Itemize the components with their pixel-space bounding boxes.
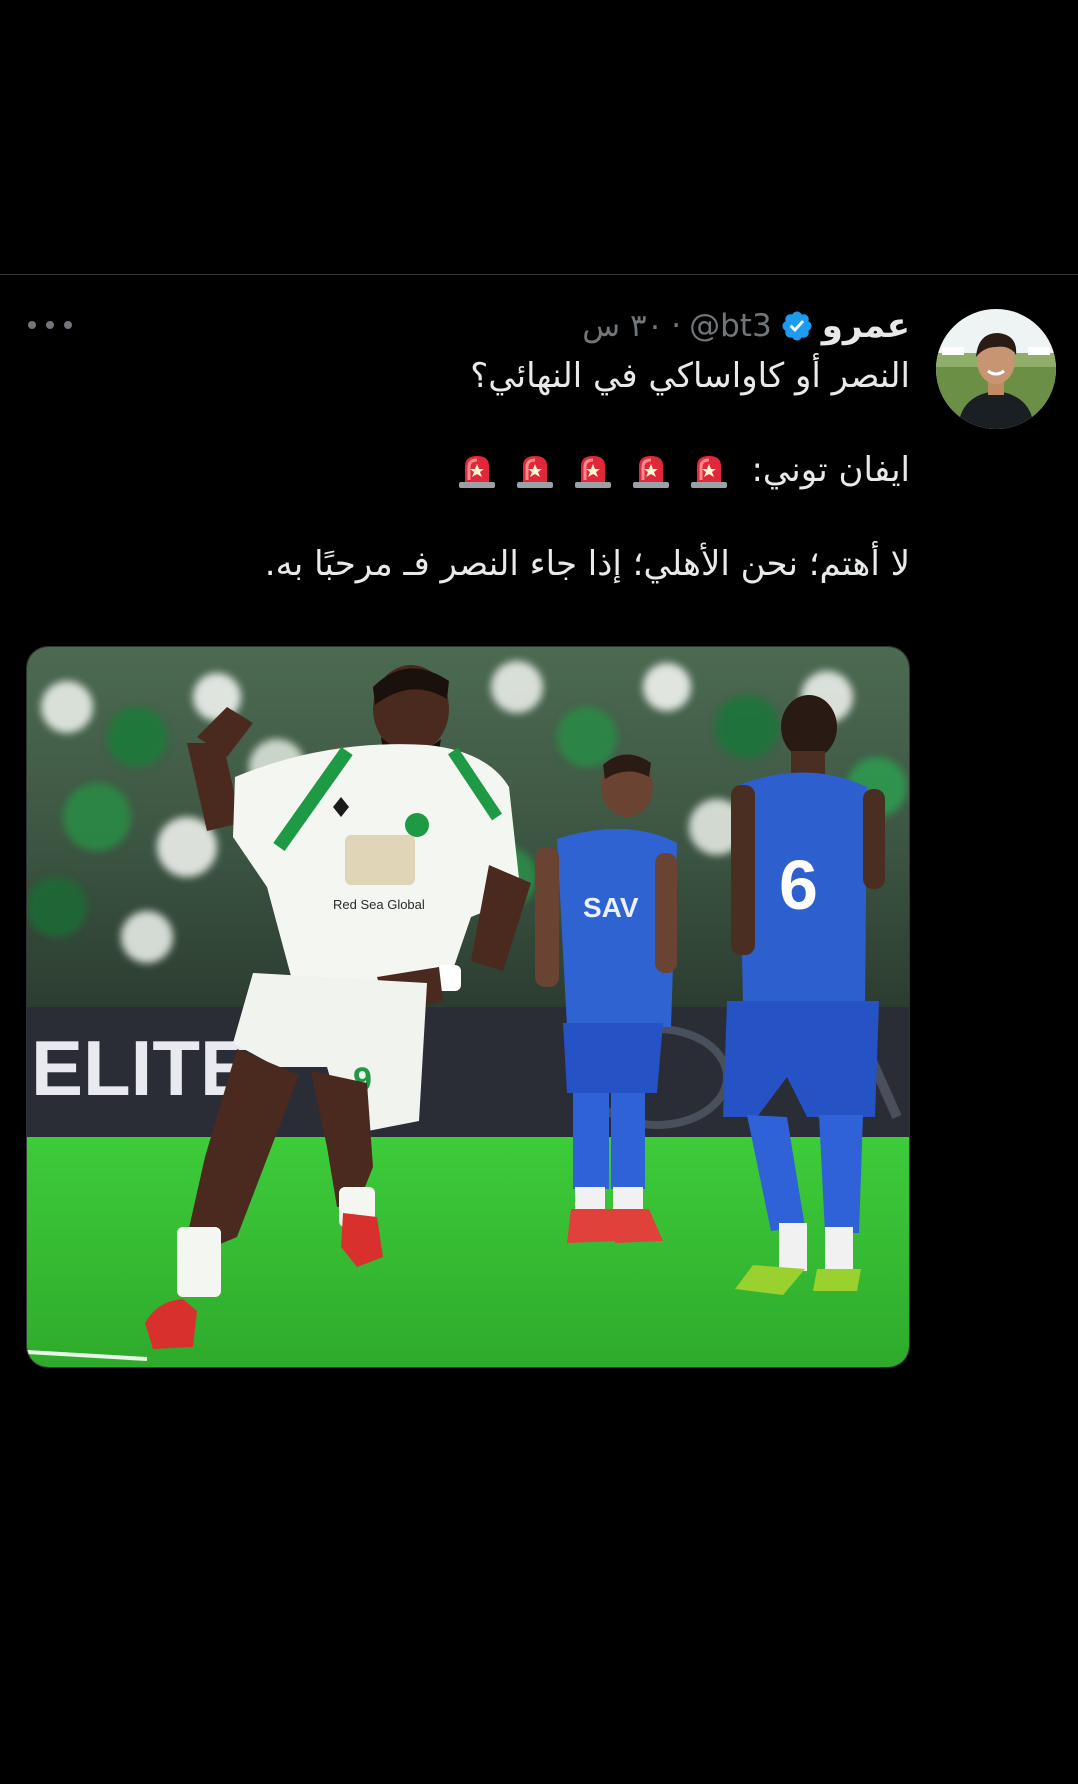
police-siren-icon <box>459 456 496 488</box>
tweet-line-3: لا أهتم؛ نحن الأهلي؛ إذا جاء النصر فـ مر… <box>264 544 910 584</box>
sponsor-text: Red Sea Global <box>333 897 425 912</box>
police-siren-icon <box>691 456 728 488</box>
svg-text:SAV: SAV <box>583 892 639 923</box>
tweet-line-1: النصر أو كاواساكي في النهائي؟ <box>470 356 910 396</box>
police-siren-icon <box>575 456 612 488</box>
avatar[interactable] <box>936 309 1056 429</box>
police-siren-icon <box>517 456 554 488</box>
timestamp[interactable]: ٣٠ س <box>582 308 663 344</box>
tweet-header: عمرو @bt3 · ٣٠ س <box>582 303 910 349</box>
tweet-media-photo[interactable]: ELITE 6 SAV Red Sea Global 9 <box>26 646 910 1368</box>
page: عمرو @bt3 · ٣٠ س النصر أو كاواساكي في ال… <box>0 0 1078 1784</box>
ad-board-text: ELITE <box>31 1024 252 1112</box>
handle[interactable]: @bt3 <box>689 308 772 344</box>
tweet-line-2: ايفان توني: <box>30 447 910 493</box>
verified-badge-icon <box>782 311 812 341</box>
display-name[interactable]: عمرو <box>822 306 910 346</box>
tweet[interactable]: عمرو @bt3 · ٣٠ س النصر أو كاواساكي في ال… <box>0 275 1078 1395</box>
svg-text:6: 6 <box>779 846 818 924</box>
tweet-text: النصر أو كاواساكي في النهائي؟ ايفان توني… <box>30 353 910 587</box>
more-options-icon[interactable] <box>28 315 72 335</box>
siren-emoji-group <box>457 450 729 490</box>
football-photo: ELITE 6 SAV Red Sea Global 9 <box>27 647 909 1367</box>
separator-dot: · <box>671 308 682 344</box>
police-siren-icon <box>633 456 670 488</box>
tweet-line-2-label: ايفان توني: <box>751 450 910 490</box>
